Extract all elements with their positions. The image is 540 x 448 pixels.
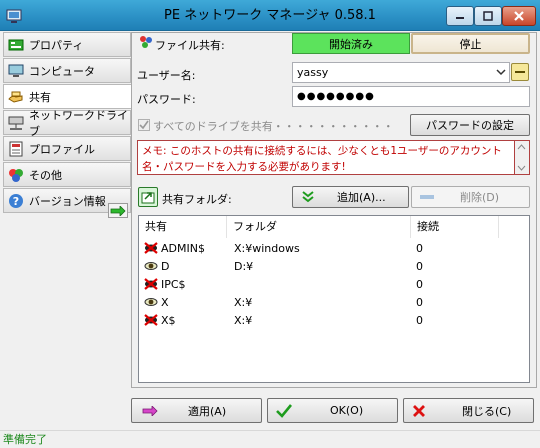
- share-name: D: [161, 260, 170, 273]
- svg-text:?: ?: [13, 195, 19, 208]
- column-header-folder[interactable]: フォルダ: [227, 216, 411, 238]
- share-name: ADMIN$: [161, 242, 205, 255]
- all-drives-label: すべてのドライブを共有・・・・・・・・・・・: [153, 120, 394, 133]
- shared-folders-label: 共有フォルダ:: [162, 193, 232, 206]
- table-row[interactable]: IPC$ 0: [139, 277, 529, 293]
- network-drive-icon: [8, 115, 24, 131]
- sidebar-item-properties[interactable]: プロパティ: [3, 32, 131, 57]
- chevron-down-icon[interactable]: [496, 67, 506, 80]
- password-field[interactable]: ●●●●●●●●: [292, 86, 530, 107]
- ok-button[interactable]: OK(O): [267, 398, 398, 423]
- sidebar-item-label: ネットワークドライブ: [29, 108, 128, 138]
- file-share-icon: [139, 35, 153, 49]
- share-connections: 0: [416, 242, 423, 255]
- password-label: パスワード:: [137, 93, 196, 106]
- share-folder: X:¥: [234, 296, 253, 309]
- table-row[interactable]: ADMIN$ X:¥windows 0: [139, 241, 529, 257]
- share-name: IPC$: [161, 278, 186, 291]
- table-row[interactable]: X$ X:¥ 0: [139, 313, 529, 329]
- properties-icon: [8, 37, 24, 53]
- help-icon: ?: [8, 193, 24, 209]
- password-settings-button[interactable]: パスワードの設定: [410, 114, 530, 136]
- arrow-right-icon: [142, 405, 158, 416]
- share-connections: 0: [416, 278, 423, 291]
- status-bar: 準備完了: [0, 430, 540, 448]
- sidebar-item-profile[interactable]: プロファイル: [3, 136, 131, 161]
- other-icon: [8, 167, 24, 183]
- minus-icon: [515, 71, 525, 73]
- share-folder: D:¥: [234, 260, 254, 273]
- sidebar-item-label: その他: [29, 168, 62, 182]
- eye-share-icon: [144, 295, 158, 312]
- file-share-label: ファイル共有:: [155, 39, 225, 52]
- sidebar-item-share[interactable]: 共有: [3, 84, 134, 109]
- ok-label: OK(O): [330, 404, 364, 417]
- shares-table[interactable]: 共有 フォルダ 接続 ADMIN$ X:¥windows 0 D D:¥ 0 I…: [138, 215, 530, 383]
- close-label: 閉じる(C): [462, 404, 512, 418]
- sidebar-item-label: バージョン情報: [29, 194, 106, 208]
- hidden-share-icon: [144, 241, 158, 258]
- share-folder: X:¥: [234, 314, 253, 327]
- computer-icon: [8, 63, 24, 79]
- minimize-button[interactable]: [446, 6, 474, 26]
- profile-icon: [8, 141, 24, 157]
- add-share-button[interactable]: 追加(A)...: [292, 186, 409, 208]
- close-icon: [514, 11, 524, 21]
- column-header-connections[interactable]: 接続: [411, 216, 499, 238]
- hidden-share-icon: [144, 277, 158, 294]
- sidebar-item-network-drive[interactable]: ネットワークドライブ: [3, 109, 131, 138]
- eye-share-icon: [144, 259, 158, 276]
- user-list-button[interactable]: [511, 63, 529, 81]
- double-chevron-down-icon: [302, 191, 314, 203]
- checkmark-icon: [276, 403, 292, 418]
- add-share-label: 追加(A)...: [337, 191, 386, 204]
- table-row[interactable]: X X:¥ 0: [139, 295, 529, 311]
- share-folder: X:¥windows: [234, 242, 300, 255]
- apply-button[interactable]: 適用(A): [131, 398, 262, 423]
- delete-share-button[interactable]: 削除(D): [411, 186, 530, 208]
- hidden-share-icon: [144, 313, 158, 330]
- delete-share-label: 削除(D): [460, 191, 500, 204]
- share-status-indicator: 開始済み: [292, 33, 410, 54]
- maximize-button[interactable]: [474, 6, 502, 26]
- sidebar-item-label: プロパティ: [29, 38, 84, 52]
- username-value: yassy: [297, 66, 329, 79]
- sidebar-item-computer[interactable]: コンピュータ: [3, 58, 131, 83]
- checkmark-icon: [139, 120, 149, 130]
- open-folder-button[interactable]: [138, 187, 158, 207]
- arrow-right-icon: [110, 205, 126, 216]
- column-header-share[interactable]: 共有: [139, 216, 227, 238]
- note-message: メモ: このホストの共有に接続するには、少なくとも1ユーザーのアカウント名・パス…: [137, 140, 515, 175]
- note-scrollbar[interactable]: [515, 140, 530, 175]
- sidebar: プロパティ コンピュータ 共有 ネットワークドライブ プロファイル その他 ? …: [3, 32, 134, 218]
- sidebar-item-label: プロファイル: [29, 142, 95, 156]
- sidebar-item-label: コンピュータ: [29, 64, 95, 78]
- close-button[interactable]: 閉じる(C): [403, 398, 534, 423]
- column-header-filler: [499, 216, 529, 238]
- maximize-icon: [483, 11, 493, 21]
- share-name: X: [161, 296, 169, 309]
- stop-share-button[interactable]: 停止: [411, 33, 530, 54]
- minimize-icon: [456, 17, 464, 19]
- sidebar-item-label: 共有: [29, 90, 51, 104]
- collapse-sidebar-button[interactable]: [108, 203, 128, 218]
- minus-icon: [420, 195, 434, 199]
- share-connections: 0: [416, 314, 423, 327]
- all-drives-checkbox[interactable]: [138, 119, 150, 131]
- username-label: ユーザー名:: [137, 69, 196, 82]
- share-connections: 0: [416, 260, 423, 273]
- share-hand-icon: [8, 89, 24, 105]
- close-window-button[interactable]: [502, 6, 536, 26]
- scroll-arrows-icon: [517, 144, 526, 171]
- open-folder-icon: [141, 192, 155, 204]
- share-name: X$: [161, 314, 176, 327]
- close-icon: [413, 404, 425, 417]
- share-connections: 0: [416, 296, 423, 309]
- apply-label: 適用(A): [188, 404, 227, 418]
- table-row[interactable]: D D:¥ 0: [139, 259, 529, 275]
- sidebar-item-other[interactable]: その他: [3, 162, 131, 187]
- username-combobox[interactable]: yassy: [292, 62, 510, 83]
